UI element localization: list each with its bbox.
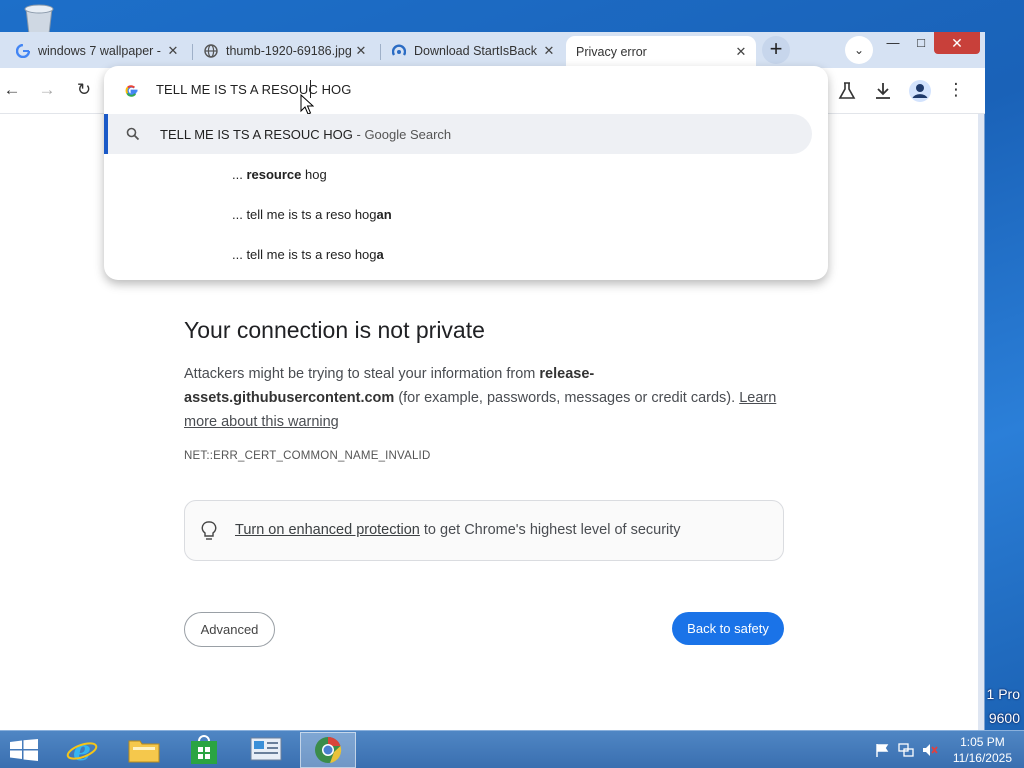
internet-explorer-icon[interactable]: e <box>54 732 110 768</box>
forward-arrow-icon[interactable]: → <box>35 78 59 102</box>
enhanced-protection-box: Turn on enhanced protection to get Chrom… <box>184 500 784 561</box>
suggestion-text: ... tell me is ts a reso hoga <box>232 247 384 262</box>
mouse-cursor-icon <box>300 94 314 115</box>
desktop-watermark-line2: 9600 <box>988 710 1020 726</box>
chrome-logo <box>315 736 342 763</box>
tab-windows-wallpaper[interactable]: windows 7 wallpaper - ✕ <box>6 38 188 64</box>
ie-logo: e <box>66 735 98 765</box>
lightbulb-icon <box>201 521 217 540</box>
file-explorer-icon[interactable] <box>116 732 172 768</box>
suggestion-google-search[interactable]: TELL ME IS TS A RESOUC HOG - Google Sear… <box>104 114 812 154</box>
suggestion-text: ... tell me is ts a reso hogan <box>232 207 392 222</box>
recycle-bin-icon[interactable] <box>20 4 58 34</box>
close-icon[interactable]: ✕ <box>542 43 556 59</box>
error-description: Attackers might be trying to steal your … <box>184 362 784 434</box>
tab-separator <box>380 44 381 60</box>
suggestion-prefix: ... <box>232 166 247 182</box>
back-to-safety-button[interactable]: Back to safety <box>672 612 784 645</box>
store-icon[interactable] <box>176 732 232 768</box>
tab-search-button[interactable]: ⌄ <box>845 36 873 64</box>
address-bar[interactable]: TELL ME IS TS A RESOUC HOG <box>104 66 828 115</box>
tab-strip: windows 7 wallpaper - ✕ thumb-1920-69186… <box>0 32 985 68</box>
control-panel-icon[interactable] <box>238 732 294 768</box>
tab-thumb-image[interactable]: thumb-1920-69186.jpg ✕ <box>194 38 376 64</box>
suggestion-bold: a <box>376 246 384 262</box>
chrome-icon[interactable] <box>300 732 356 768</box>
close-window-button[interactable]: ✕ <box>934 32 980 54</box>
google-icon <box>125 85 138 97</box>
labs-flask-icon[interactable] <box>836 80 858 102</box>
minimize-button[interactable]: — <box>880 32 906 54</box>
error-text-2: (for example, passwords, messages or cre… <box>394 390 740 406</box>
tab-title: thumb-1920-69186.jpg <box>226 44 352 58</box>
protection-rest: to get Chrome's highest level of securit… <box>419 522 681 538</box>
control-panel-logo <box>250 737 282 761</box>
suggestion-bold: resource <box>246 166 302 182</box>
suggestion-prefix: ... tell me is ts a reso hog <box>232 246 377 262</box>
enhanced-protection-link[interactable]: Turn on enhanced protection <box>235 522 420 538</box>
error-code: NET::ERR_CERT_COMMON_NAME_INVALID <box>184 450 431 462</box>
reload-icon[interactable]: ↻ <box>72 78 96 102</box>
new-tab-button[interactable]: + <box>762 36 790 64</box>
shopping-bag-icon <box>191 735 217 764</box>
clock-date: 11/16/2025 <box>952 751 1012 765</box>
error-text-1: Attackers might be trying to steal your … <box>184 366 540 382</box>
tab-title: Privacy error <box>576 45 647 59</box>
suggestion-bold: an <box>376 206 392 222</box>
close-icon[interactable]: ✕ <box>354 43 368 59</box>
suggestion-hoga[interactable]: ... tell me is ts a reso hoga <box>104 234 828 274</box>
windows-start-icon[interactable] <box>10 739 38 761</box>
suggestion-query: TELL ME IS TS A RESOUC HOG <box>160 126 353 142</box>
maximize-button[interactable]: □ <box>908 32 934 54</box>
tab-title: Download StartIsBack <box>414 44 537 58</box>
page-title: Your connection is not private <box>184 317 485 343</box>
protection-text: Turn on enhanced protection to get Chrom… <box>235 522 681 538</box>
suggestion-text: TELL ME IS TS A RESOUC HOG - Google Sear… <box>160 127 451 142</box>
suggestion-rest: hog <box>301 166 327 182</box>
globe-icon <box>204 44 218 58</box>
svg-text:e: e <box>73 735 91 765</box>
omnibox-dropdown: TELL ME IS TS A RESOUC HOG TELL ME IS TS… <box>104 66 828 280</box>
tab-separator <box>192 44 193 60</box>
chevron-down-icon: ⌄ <box>853 43 865 57</box>
close-icon[interactable]: ✕ <box>734 44 748 60</box>
action-center-flag-icon[interactable] <box>874 742 890 758</box>
selection-bar <box>104 114 108 154</box>
system-clock[interactable]: 1:05 PM 11/16/2025 <box>953 734 1012 766</box>
clock-time: 1:05 PM <box>960 735 1005 749</box>
suggestion-suffix: - Google Search <box>352 126 452 142</box>
omnibox-input-text[interactable]: TELL ME IS TS A RESOUC HOG <box>156 82 352 97</box>
tab-title: windows 7 wallpaper - <box>38 44 161 58</box>
advanced-button[interactable]: Advanced <box>184 612 275 647</box>
volume-muted-icon[interactable] <box>922 742 938 758</box>
suggestion-text: ... resource hog <box>232 167 327 182</box>
network-icon[interactable] <box>898 742 914 758</box>
tab-privacy-error[interactable]: Privacy error ✕ <box>566 36 756 68</box>
close-icon[interactable]: ✕ <box>166 43 180 59</box>
desktop-watermark-line1: 1 Pro <box>986 686 1020 702</box>
google-icon <box>16 44 30 58</box>
suggestion-prefix: ... tell me is ts a reso hog <box>232 206 377 222</box>
folder-icon <box>128 740 160 763</box>
tab-download-startisback[interactable]: Download StartIsBack ✕ <box>382 38 564 64</box>
search-icon <box>126 127 140 141</box>
suggestion-resource-hog[interactable]: ... resource hog <box>104 154 828 194</box>
startisback-icon <box>392 44 406 56</box>
suggestion-hogan[interactable]: ... tell me is ts a reso hogan <box>104 194 828 234</box>
more-menu-icon[interactable]: ⋮ <box>944 78 968 102</box>
profile-avatar-icon[interactable] <box>908 79 932 103</box>
back-arrow-icon[interactable]: ← <box>0 78 24 102</box>
taskbar: e 1:05 PM 11/16/2025 <box>0 730 1024 768</box>
plus-icon: + <box>769 36 783 61</box>
download-icon[interactable] <box>872 80 894 102</box>
